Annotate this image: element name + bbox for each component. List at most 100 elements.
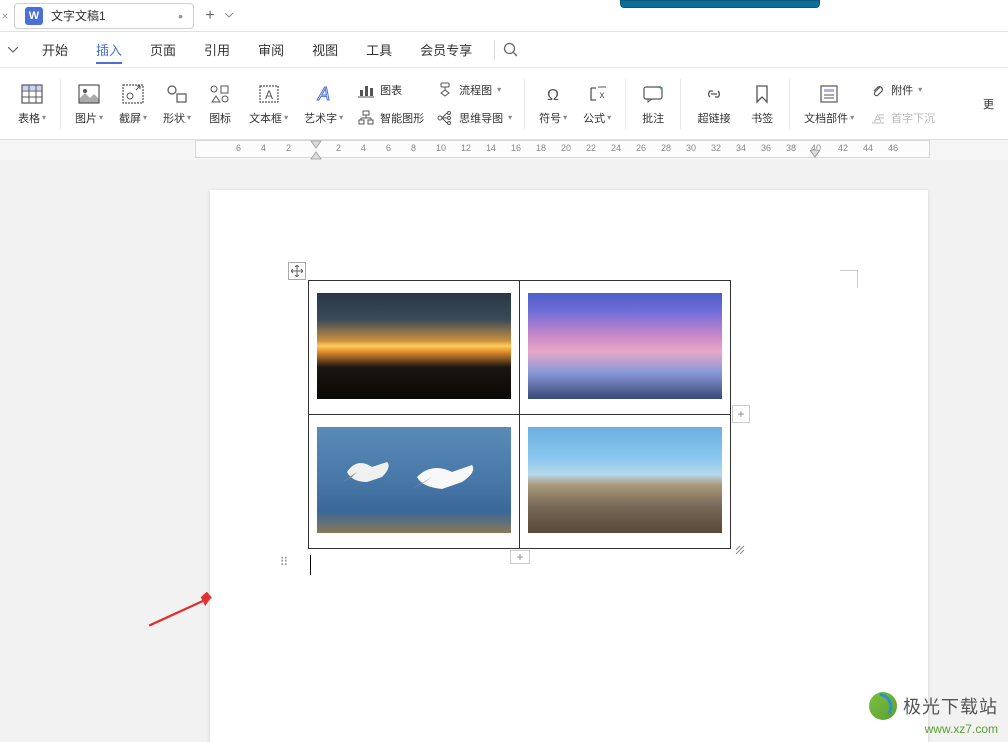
ruler-tick: 30	[686, 143, 696, 153]
titlebar: × W 文字文稿1 • +	[0, 0, 1008, 32]
watermark-text: 极光下载站	[903, 693, 998, 719]
bookmark-icon	[750, 82, 774, 106]
table-move-handle[interactable]	[288, 262, 306, 280]
menu-page[interactable]: 页面	[136, 32, 190, 68]
ribbon-toolbar: 表格▾ 图片▾ 截屏▾ 形状▾ 图标 A 文本框▾ A 艺术字	[0, 68, 1008, 140]
menu-tools[interactable]: 工具	[352, 32, 406, 68]
menu-view[interactable]: 视图	[298, 32, 352, 68]
ruler-tick: 8	[411, 143, 416, 153]
ruler-tick: 26	[636, 143, 646, 153]
ribbon-separator	[625, 79, 626, 129]
formula-label: 公式▾	[583, 110, 611, 126]
table-add-column-handle[interactable]: +	[732, 405, 750, 423]
unsaved-indicator: •	[178, 8, 183, 24]
table-drag-handle[interactable]: ⠿	[276, 555, 290, 569]
image-table[interactable]	[308, 280, 731, 549]
formula-button[interactable]: x 公式▾	[575, 78, 619, 130]
ruler-tick: 2	[336, 143, 341, 153]
menu-collapse-icon[interactable]	[8, 47, 28, 53]
table-resize-handle[interactable]	[732, 542, 748, 558]
menu-reference[interactable]: 引用	[190, 32, 244, 68]
docparts-button[interactable]: 文档部件▾	[796, 78, 862, 130]
textbox-button[interactable]: A 文本框▾	[241, 78, 296, 130]
screenshot-button[interactable]: 截屏▾	[111, 78, 155, 130]
icon-icon	[208, 82, 232, 106]
ribbon-separator	[524, 79, 525, 129]
table-cell[interactable]	[309, 415, 520, 549]
menu-review[interactable]: 审阅	[244, 32, 298, 68]
shape-button[interactable]: 形状▾	[155, 78, 199, 130]
comment-button[interactable]: + 批注	[632, 78, 674, 130]
ruler-tick: 12	[461, 143, 471, 153]
menubar: 开始 插入 页面 引用 审阅 视图 工具 会员专享	[0, 32, 1008, 68]
new-tab-button[interactable]: +	[198, 4, 222, 28]
attachment-icon	[868, 81, 886, 99]
table-cell[interactable]	[520, 415, 731, 549]
ruler-tick: 6	[386, 143, 391, 153]
document-area: + + ⠿	[0, 160, 1008, 742]
ribbon-more[interactable]: 更	[979, 96, 998, 112]
ruler-tick: 6	[236, 143, 241, 153]
indent-marker[interactable]	[310, 140, 322, 160]
page-margin-corner	[840, 270, 858, 288]
symbol-label: 符号▾	[539, 110, 567, 126]
shape-label: 形状▾	[163, 110, 191, 126]
menu-member[interactable]: 会员专享	[406, 32, 486, 68]
search-icon[interactable]	[503, 42, 527, 58]
docparts-icon	[817, 82, 841, 106]
ruler-tick: 20	[561, 143, 571, 153]
table-cell[interactable]	[520, 281, 731, 415]
menu-insert[interactable]: 插入	[82, 32, 136, 68]
attachment-button[interactable]: 附件▾	[868, 79, 935, 101]
ruler-tick: 4	[261, 143, 266, 153]
flowchart-button[interactable]: 流程图▾	[436, 79, 512, 101]
icon-button[interactable]: 图标	[199, 78, 241, 130]
wordart-button[interactable]: A 艺术字▾	[296, 78, 351, 130]
symbol-button[interactable]: Ω 符号▾	[531, 78, 575, 130]
table-button[interactable]: 表格▾	[10, 78, 54, 130]
ruler-tick: 46	[888, 143, 898, 153]
mindmap-button[interactable]: 思维导图▾	[436, 107, 512, 129]
new-tab-dropdown[interactable]	[222, 13, 236, 18]
screenshot-icon	[121, 82, 145, 106]
right-indent-marker[interactable]	[810, 150, 820, 158]
chart-button[interactable]: 图表	[357, 79, 424, 101]
ruler-tick: 10	[436, 143, 446, 153]
dropcap-button[interactable]: A 首字下沉	[868, 107, 935, 129]
seagulls-image[interactable]	[317, 427, 511, 533]
sunset-image[interactable]	[317, 293, 511, 399]
menu-start[interactable]: 开始	[28, 32, 82, 68]
table-cell[interactable]	[309, 281, 520, 415]
flowchart-icon	[436, 81, 454, 99]
ruler-tick: 24	[611, 143, 621, 153]
dropcap-icon: A	[868, 109, 886, 127]
close-icon[interactable]: ×	[0, 9, 10, 23]
bookmark-button[interactable]: 书签	[741, 78, 783, 130]
document-title: 文字文稿1	[51, 7, 170, 24]
ribbon-separator	[789, 79, 790, 129]
table-label: 表格▾	[18, 110, 46, 126]
svg-text:A: A	[317, 84, 330, 104]
smartart-icon	[357, 109, 375, 127]
ruler-tick: 28	[661, 143, 671, 153]
smartart-button[interactable]: 智能图形	[357, 107, 424, 129]
table-add-row-handle[interactable]: +	[510, 550, 530, 564]
picture-button[interactable]: 图片▾	[67, 78, 111, 130]
watermark-logo: 极光下载站	[869, 692, 998, 720]
document-tab[interactable]: W 文字文稿1 •	[14, 3, 194, 29]
picture-label: 图片▾	[75, 110, 103, 126]
panorama-image[interactable]	[528, 427, 722, 533]
formula-icon: x	[585, 82, 609, 106]
textbox-icon: A	[257, 82, 281, 106]
screenshot-label: 截屏▾	[119, 110, 147, 126]
watermark-url: www.xz7.com	[869, 722, 998, 736]
picture-icon	[77, 82, 101, 106]
ruler-tick: 14	[486, 143, 496, 153]
hyperlink-button[interactable]: 超链接	[687, 78, 741, 130]
ruler-tick: 22	[586, 143, 596, 153]
hyperlink-label: 超链接	[698, 110, 731, 126]
page[interactable]: + + ⠿	[210, 190, 928, 742]
ruler-tick: 4	[361, 143, 366, 153]
comment-label: 批注	[642, 110, 664, 126]
purple-sky-image[interactable]	[528, 293, 722, 399]
